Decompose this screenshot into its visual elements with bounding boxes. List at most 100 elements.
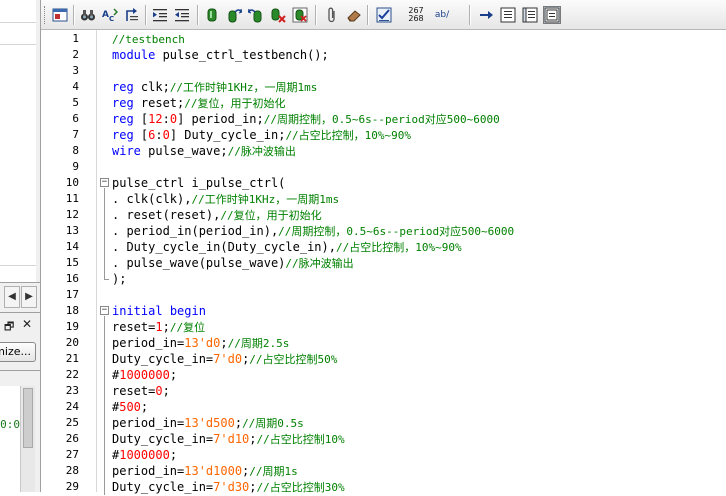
number-token: 13'd1000: [184, 464, 243, 478]
comment-token: //周期0.5s: [242, 417, 304, 430]
word-wrap-button[interactable]: [477, 6, 495, 24]
code-line[interactable]: #1000000;: [112, 367, 177, 383]
code-line[interactable]: . clk(clk),//工作时钟1KHz，一周期1ms: [112, 191, 339, 207]
code-line[interactable]: reset=0;: [112, 383, 170, 399]
clear-all-bookmarks-button[interactable]: [291, 6, 309, 24]
attach-button[interactable]: [323, 6, 341, 24]
code-line[interactable]: reset=1;//复位: [112, 319, 205, 335]
code-line[interactable]: initial begin: [112, 303, 206, 319]
code-line[interactable]: Duty_cycle_in=7'd0;//占空比控制50%: [112, 351, 337, 367]
full-screen-button[interactable]: [543, 6, 561, 24]
svg-text:C: C: [109, 15, 114, 23]
code-token: reset=: [112, 384, 156, 398]
code-line[interactable]: period_in=13'd1000;//周期1s: [112, 463, 298, 479]
toggle-bookmark-button[interactable]: [203, 6, 221, 24]
clear-bookmark-icon: [271, 8, 286, 23]
number-token: 0: [155, 384, 163, 398]
keyword-token: reg: [112, 96, 134, 110]
column-mode-button[interactable]: [499, 6, 517, 24]
code-line[interactable]: reg [12:0] period_in;//周期控制，0.5~6s--peri…: [112, 111, 500, 127]
tree-row-divider: [0, 22, 36, 23]
code-token: :: [162, 112, 170, 126]
outdent-button[interactable]: [173, 6, 191, 24]
customize-button[interactable]: mize...: [0, 342, 36, 362]
toolbar-grip[interactable]: [44, 6, 46, 24]
watch-value: 0:0: [0, 418, 20, 431]
find-button[interactable]: [79, 6, 97, 24]
comment-token: //脉冲波输出: [285, 257, 354, 270]
code-line[interactable]: Duty_cycle_in=7'd30;//占空比控制30%: [112, 479, 345, 495]
check-syntax-button[interactable]: [375, 6, 393, 24]
goto-button[interactable]: [123, 6, 141, 24]
code-token: [: [133, 128, 149, 142]
code-token: clk;: [133, 80, 170, 94]
fold-guide-line: [104, 463, 105, 479]
code-line[interactable]: wire pulse_wave;//脉冲波输出: [112, 143, 296, 159]
line-number: 5: [72, 96, 79, 109]
number-token: 1: [155, 320, 163, 334]
code-line[interactable]: . period_in(period_in),//周期控制，0.5~6s--pe…: [112, 223, 514, 239]
number-token: 13'd500: [184, 416, 235, 430]
indent-button[interactable]: [151, 6, 169, 24]
line-number: 17: [65, 288, 79, 301]
line-number: 8: [72, 144, 79, 157]
left-vertical-scrollbar[interactable]: [20, 386, 35, 492]
code-token: ;: [249, 432, 257, 446]
scroll-right-button[interactable]: ▶: [21, 286, 37, 308]
code-line[interactable]: module pulse_ctrl_testbench();: [112, 47, 329, 63]
arrow-right-icon: [480, 11, 493, 19]
spell-check-button[interactable]: ab/: [431, 6, 453, 24]
code-line[interactable]: period_in=13'd0;//周期2.5s: [112, 335, 289, 351]
next-bookmark-button[interactable]: [225, 6, 243, 24]
code-line[interactable]: . pulse_wave(pulse_wave)//脉冲波输出: [112, 255, 354, 271]
code-line[interactable]: period_in=13'd500;//周期0.5s: [112, 415, 304, 431]
code-line[interactable]: #500;: [112, 399, 148, 415]
number-token: 7'd0: [213, 352, 243, 366]
code-line[interactable]: reg clk;//工作时钟1KHz，一周期1ms: [112, 79, 317, 95]
bookmark-icon: [207, 8, 217, 22]
line-number: 20: [65, 336, 79, 349]
split-view-button[interactable]: [521, 6, 539, 24]
fold-guide-line: [104, 447, 105, 463]
code-editor[interactable]: 1 2 3 4 5 6 7 8 9 10 11 12 13 14 15 16 17 18 19 20 21 22 23 24 2…: [41, 30, 726, 495]
code-token: ] period_in;: [177, 112, 264, 126]
pane-divider: [0, 282, 40, 283]
scroll-left-button[interactable]: ◀: [4, 286, 20, 308]
tree-row-divider: [0, 44, 36, 45]
close-pane-icon[interactable]: ✕: [22, 317, 32, 331]
code-line[interactable]: reg [6:0] Duty_cycle_in;//占空比控制，10%~90%: [112, 127, 411, 143]
line-number-button[interactable]: 267 268: [405, 6, 427, 24]
watch-list-area[interactable]: [0, 386, 20, 492]
code-line[interactable]: #1000000;: [112, 447, 177, 463]
code-line[interactable]: . reset(reset),//复位，用于初始化: [112, 207, 322, 223]
replace-button[interactable]: AC: [101, 6, 119, 24]
split-document-icon: [522, 7, 538, 23]
code-line[interactable]: //testbench: [112, 31, 185, 47]
code-line[interactable]: pulse_ctrl i_pulse_ctrl(: [112, 175, 285, 191]
number-token: 7'd10: [213, 432, 250, 446]
previous-bookmark-button[interactable]: [247, 6, 265, 24]
code-token: Duty_cycle_in=: [112, 432, 214, 446]
number-token: 0: [169, 112, 178, 126]
clear-bookmark-button[interactable]: [269, 6, 287, 24]
fold-toggle-icon[interactable]: −: [100, 306, 109, 315]
comment-button[interactable]: [345, 6, 363, 24]
comment-token: //工作时钟1KHz，一周期1ms: [191, 193, 340, 206]
code-token: . pulse_wave(pulse_wave): [112, 256, 286, 270]
code-line[interactable]: . Duty_cycle_in(Duty_cycle_in),//占空比控制，1…: [112, 239, 462, 255]
fold-guide-line: [104, 316, 105, 335]
fold-guide-line: [104, 271, 105, 279]
fold-toggle-icon[interactable]: −: [100, 178, 109, 187]
number-token: 13'd0: [184, 336, 221, 350]
code-token: reset=: [112, 320, 156, 334]
toggle-panel-button[interactable]: [51, 6, 69, 24]
file-tree-area[interactable]: [0, 0, 36, 282]
fold-guide-line: [104, 255, 105, 271]
code-line[interactable]: );: [112, 271, 126, 287]
scrollbar-thumb[interactable]: [23, 388, 33, 448]
code-line[interactable]: reg reset;//复位，用于初始化: [112, 95, 286, 111]
code-line[interactable]: Duty_cycle_in=7'd10;//占空比控制10%: [112, 431, 345, 447]
restore-pane-icon[interactable]: 🗗: [4, 318, 14, 337]
line-number: 7: [72, 128, 79, 141]
